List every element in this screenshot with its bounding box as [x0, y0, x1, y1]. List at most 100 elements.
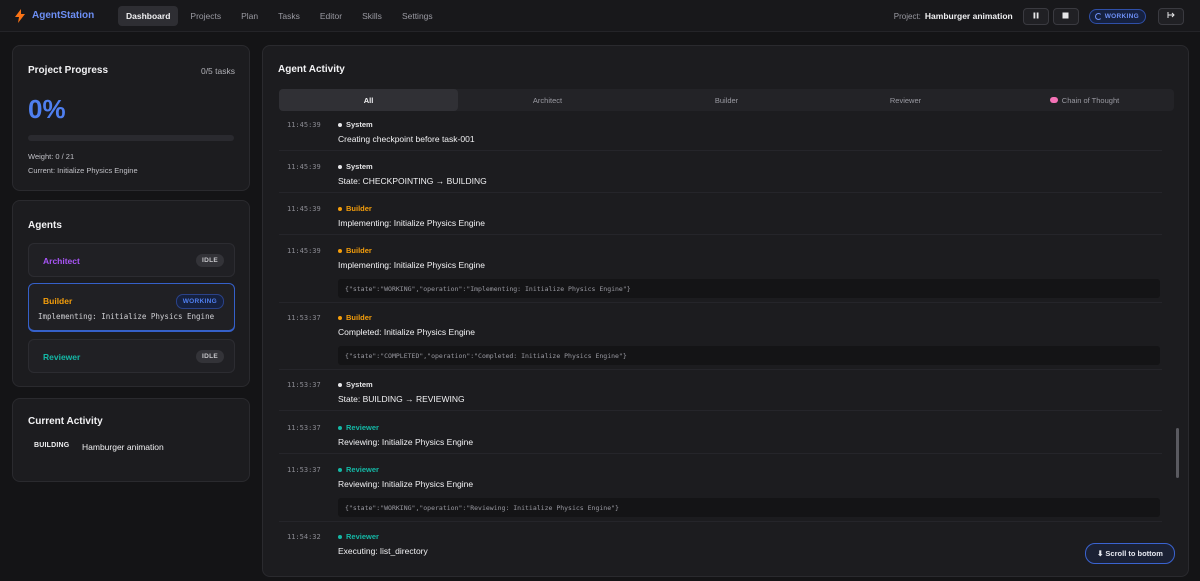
pause-icon — [1033, 11, 1039, 21]
entry-timestamp: 11:53:37 — [287, 424, 321, 432]
activity-entry: 11:45:39 Builder Implementing: Initializ… — [279, 199, 1162, 235]
entry-detail-json: {"state":"COMPLETED","operation":"Comple… — [338, 346, 1160, 365]
progress-percent: 0% — [28, 94, 66, 124]
panel-title: Agents — [28, 220, 62, 231]
tab-label: Chain of Thought — [1061, 95, 1120, 105]
tab-all[interactable]: All — [279, 89, 458, 111]
entry-message: Reviewing: Initialize Physics Engine — [338, 479, 474, 489]
entry-message: Implementing: Initialize Physics Engine — [338, 218, 485, 228]
spinner-icon — [1094, 12, 1102, 20]
activity-project-name: Hamburger animation — [82, 442, 164, 452]
project-label: Project: — [893, 11, 921, 21]
activity-feed[interactable]: 11:45:39 System Creating checkpoint befo… — [279, 115, 1174, 581]
logout-button[interactable] — [1158, 7, 1184, 25]
entry-timestamp: 11:45:39 — [287, 121, 321, 129]
entry-timestamp: 11:45:39 — [287, 205, 321, 213]
tab-builder[interactable]: Builder — [637, 89, 816, 111]
status-badge: WORKING — [1088, 8, 1146, 24]
entry-message: Creating checkpoint before task-001 — [338, 134, 475, 144]
agent-name: Builder — [43, 296, 73, 306]
progress-bar — [28, 135, 234, 141]
brand[interactable]: AgentStation — [14, 8, 118, 23]
entry-message: Implementing: Initialize Physics Engine — [338, 260, 485, 270]
project-progress-panel: Project Progress 0/5 tasks 0% Weight: 0 … — [12, 45, 250, 191]
top-bar: AgentStation Dashboard Projects Plan Tas… — [0, 0, 1200, 32]
nav-plan[interactable]: Plan — [233, 6, 266, 26]
panel-title: Project Progress — [28, 65, 109, 76]
entry-role: Builder — [346, 204, 372, 213]
agent-card-reviewer[interactable]: Reviewer IDLE — [28, 339, 235, 373]
entry-role: Reviewer — [346, 532, 379, 541]
entry-message: Reviewing: Initialize Physics Engine — [338, 437, 474, 447]
activity-entry: 11:45:39 System State: CHECKPOINTING → B… — [279, 157, 1162, 193]
feed-scrollbar[interactable] — [1176, 428, 1179, 478]
entry-role: System — [346, 162, 373, 171]
nav-editor[interactable]: Editor — [312, 6, 350, 26]
role-dot — [338, 468, 342, 472]
agent-current-task: Implementing: Initialize Physics Engine — [38, 312, 215, 321]
activity-state: BUILDING — [34, 442, 70, 449]
entry-detail-json: {"state":"WORKING","operation":"Implemen… — [338, 279, 1160, 298]
nav-projects[interactable]: Projects — [182, 6, 229, 26]
agents-panel: Agents Architect IDLE Builder WORKING Im… — [12, 200, 250, 387]
app-name: AgentStation — [32, 10, 95, 21]
pause-button[interactable] — [1022, 7, 1049, 25]
entry-role: System — [346, 380, 373, 389]
role-dot — [338, 207, 342, 211]
entry-message: State: CHECKPOINTING → BUILDING — [338, 176, 487, 186]
tab-chain-of-thought[interactable]: Chain of Thought — [995, 89, 1174, 111]
nav-dashboard[interactable]: Dashboard — [118, 5, 179, 26]
entry-role: Reviewer — [346, 465, 379, 474]
tab-architect[interactable]: Architect — [458, 89, 637, 111]
activity-entry: 11:53:37 Reviewer Reviewing: Initialize … — [279, 418, 1162, 454]
agent-card-builder[interactable]: Builder WORKING Implementing: Initialize… — [28, 283, 235, 331]
entry-role: System — [346, 120, 373, 129]
status-text: WORKING — [1104, 12, 1139, 20]
activity-entry: 11:45:39 Builder Implementing: Initializ… — [279, 241, 1162, 303]
entry-timestamp: 11:45:39 — [287, 247, 321, 255]
role-dot — [338, 426, 342, 430]
entry-message: Executing: list_directory — [338, 546, 428, 556]
role-dot — [338, 249, 342, 253]
role-dot — [338, 123, 342, 127]
nav-tasks[interactable]: Tasks — [270, 6, 308, 26]
brain-icon — [1049, 97, 1058, 103]
activity-entry: 11:53:37 Builder Completed: Initialize P… — [279, 308, 1162, 370]
agent-name: Architect — [43, 256, 80, 266]
activity-entry: 11:54:32 Reviewer Executing: list_direct… — [279, 527, 1162, 563]
activity-entry: 11:45:39 System Creating checkpoint befo… — [279, 115, 1162, 151]
agent-card-architect[interactable]: Architect IDLE — [28, 243, 235, 277]
entry-timestamp: 11:53:37 — [287, 314, 321, 322]
nav-settings[interactable]: Settings — [394, 6, 441, 26]
tab-reviewer[interactable]: Reviewer — [816, 89, 995, 111]
nav-skills[interactable]: Skills — [354, 6, 390, 26]
entry-message: Completed: Initialize Physics Engine — [338, 327, 476, 337]
entry-detail-json: {"state":"WORKING","operation":"Reviewin… — [338, 498, 1160, 517]
entry-role: Builder — [346, 246, 372, 255]
entry-role: Builder — [346, 313, 372, 322]
activity-entry: 11:53:37 System State: BUILDING → REVIEW… — [279, 375, 1162, 411]
agent-status-badge: IDLE — [195, 254, 224, 267]
role-dot — [338, 383, 342, 387]
logout-icon — [1167, 11, 1175, 21]
progress-weight: Weight: 0 / 21 — [28, 152, 75, 161]
agent-status-badge: WORKING — [175, 294, 224, 309]
role-dot — [338, 165, 342, 169]
stop-button[interactable] — [1052, 7, 1079, 25]
activity-entry: 11:53:37 Reviewer Reviewing: Initialize … — [279, 460, 1162, 522]
progress-current-task: Current: Initialize Physics Engine — [28, 166, 138, 175]
agent-status-badge: IDLE — [195, 350, 224, 363]
project-name: Hamburger animation — [924, 11, 1013, 21]
agent-activity-panel: Agent Activity All Architect Builder Rev… — [262, 45, 1189, 577]
scroll-to-bottom-button[interactable]: ⬇ Scroll to bottom — [1085, 543, 1175, 564]
role-dot — [338, 316, 342, 320]
stop-icon — [1062, 11, 1069, 21]
entry-role: Reviewer — [346, 423, 379, 432]
current-activity-panel: Current Activity BUILDING Hamburger anim… — [12, 398, 250, 482]
main-nav: Dashboard Projects Plan Tasks Editor Ski… — [118, 5, 441, 26]
entry-timestamp: 11:53:37 — [287, 381, 321, 389]
task-count: 0/5 tasks — [200, 66, 235, 76]
role-dot — [338, 535, 342, 539]
lightning-icon — [14, 8, 26, 23]
entry-timestamp: 11:45:39 — [287, 163, 321, 171]
